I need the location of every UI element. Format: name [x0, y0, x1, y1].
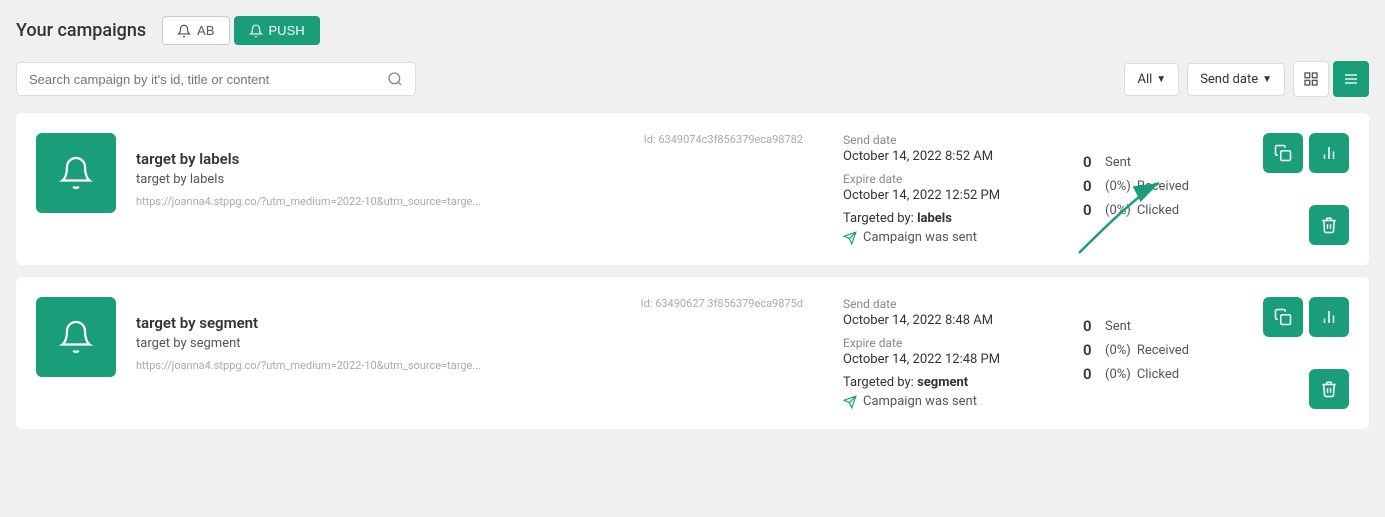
sort-chevron-icon: ▼ [1262, 74, 1272, 85]
campaign-title-1: target by segment [136, 314, 803, 332]
stat-received-1: 0 (0%) Received [1083, 341, 1243, 359]
campaign-id-0: Id: 6349074c3f856379eca98782 [136, 133, 803, 146]
targeted-row-1: Targeted by: segment [843, 375, 1043, 390]
stats-button-0[interactable] [1309, 133, 1349, 173]
campaign-info-1: Id: 63490627 3f856379eca9875d target by … [136, 297, 803, 409]
expire-date-value-1: October 14, 2022 12:48 PM [843, 352, 1043, 367]
list-icon [1343, 71, 1359, 87]
campaign-subtitle-1: target by segment [136, 336, 803, 351]
campaign-url-0: https://joanna4.stppg.co/?utm_medium=202… [136, 195, 803, 208]
campaign-card-1: Id: 63490627 3f856379eca9875d target by … [16, 277, 1369, 429]
campaign-stats-1: 0 Sent 0 (0%) Received 0 (0%) Clicked [1043, 297, 1243, 409]
campaign-icon-1 [36, 297, 116, 377]
campaign-url-1: https://joanna4.stppg.co/?utm_medium=202… [136, 359, 803, 372]
send-date-value-1: October 14, 2022 8:48 AM [843, 313, 1043, 328]
search-input[interactable] [29, 72, 381, 87]
grid-view-button[interactable] [1293, 61, 1329, 97]
filter-dropdown[interactable]: All ▼ [1124, 63, 1179, 96]
delete-button-0[interactable] [1309, 205, 1349, 245]
tab-push[interactable]: PUSH [234, 16, 320, 45]
copy-icon-0 [1274, 144, 1292, 162]
campaign-stats-0: 0 Sent 0 (0%) Received 0 (0%) Clicked [1043, 133, 1243, 245]
campaigns-list: Id: 6349074c3f856379eca98782 target by l… [16, 113, 1369, 429]
campaign-status-0: Campaign was sent [843, 230, 1043, 245]
action-top-0 [1263, 133, 1349, 173]
expire-date-label-1: Expire date [843, 336, 1043, 350]
send-date-label-0: Send date [843, 133, 1043, 147]
tab-ab[interactable]: AB [162, 16, 229, 45]
stats-button-1[interactable] [1309, 297, 1349, 337]
send-date-label-1: Send date [843, 297, 1043, 311]
search-icon [387, 71, 403, 87]
tab-buttons: AB PUSH [162, 16, 319, 45]
copy-icon-1 [1274, 308, 1292, 326]
expire-date-label-0: Expire date [843, 172, 1043, 186]
copy-button-0[interactable] [1263, 133, 1303, 173]
campaign-icon-0 [36, 133, 116, 213]
delete-icon-0 [1320, 216, 1338, 234]
send-icon-0 [843, 231, 857, 245]
delete-button-1[interactable] [1309, 369, 1349, 409]
search-box[interactable] [16, 62, 416, 96]
bell-icon-ab [177, 24, 191, 38]
campaign-card-wrapper-1: Id: 63490627 3f856379eca9875d target by … [16, 277, 1369, 429]
header-row: Your campaigns AB PUSH [16, 16, 1369, 45]
campaign-details-0: Send date October 14, 2022 8:52 AM Expir… [823, 133, 1043, 245]
stat-received-0: 0 (0%) Received [1083, 177, 1243, 195]
list-view-button[interactable] [1333, 61, 1369, 97]
campaign-bell-icon-1 [58, 319, 94, 355]
campaign-title-0: target by labels [136, 150, 803, 168]
page-title: Your campaigns [16, 20, 146, 41]
view-buttons [1293, 61, 1369, 97]
stat-clicked-1: 0 (0%) Clicked [1083, 365, 1243, 383]
stats-icon-0 [1320, 144, 1338, 162]
campaign-card-0: Id: 6349074c3f856379eca98782 target by l… [16, 113, 1369, 265]
targeted-value-0: labels [917, 211, 952, 226]
stat-sent-0: 0 Sent [1083, 153, 1243, 171]
campaign-status-1: Campaign was sent [843, 394, 1043, 409]
toolbar-row: All ▼ Send date ▼ [16, 61, 1369, 97]
send-date-value-0: October 14, 2022 8:52 AM [843, 149, 1043, 164]
toolbar-right: All ▼ Send date ▼ [1124, 61, 1369, 97]
delete-icon-1 [1320, 380, 1338, 398]
filter-chevron-icon: ▼ [1156, 74, 1166, 85]
campaign-id-1: Id: 63490627 3f856379eca9875d [136, 297, 803, 310]
action-top-1 [1263, 297, 1349, 337]
stat-clicked-0: 0 (0%) Clicked [1083, 201, 1243, 219]
sort-dropdown[interactable]: Send date ▼ [1187, 63, 1285, 96]
copy-button-1[interactable] [1263, 297, 1303, 337]
stat-sent-1: 0 Sent [1083, 317, 1243, 335]
campaign-bell-icon-0 [58, 155, 94, 191]
campaign-actions-0 [1243, 133, 1349, 245]
stats-icon-1 [1320, 308, 1338, 326]
grid-icon [1303, 71, 1319, 87]
campaign-card-wrapper-0: Id: 6349074c3f856379eca98782 target by l… [16, 113, 1369, 265]
targeted-row-0: Targeted by: labels [843, 211, 1043, 226]
campaign-subtitle-0: target by labels [136, 172, 803, 187]
campaign-actions-1 [1243, 297, 1349, 409]
targeted-value-1: segment [917, 375, 968, 390]
campaign-info-0: Id: 6349074c3f856379eca98782 target by l… [136, 133, 803, 245]
bell-icon-push [249, 24, 263, 38]
send-icon-1 [843, 395, 857, 409]
campaign-details-1: Send date October 14, 2022 8:48 AM Expir… [823, 297, 1043, 409]
expire-date-value-0: October 14, 2022 12:52 PM [843, 188, 1043, 203]
